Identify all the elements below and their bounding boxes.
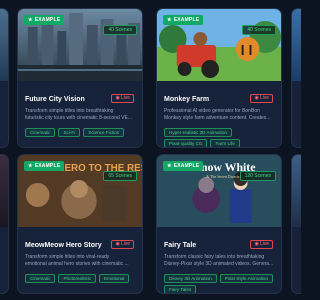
tag[interactable]: Emotional: [99, 274, 130, 283]
thumbnail-subtitle-text: & The Seven Dwarfs: [206, 174, 240, 179]
tag[interactable]: Cinematic: [25, 274, 56, 283]
scenes-badge: 65 Scenes: [103, 171, 137, 181]
scenes-badge: 40 Scenes: [242, 25, 276, 35]
live-dot-icon: ◉: [254, 95, 259, 101]
partial-card-thumbnail: [292, 155, 301, 227]
description-line: Disney-Pixar style 3D animated videos. G…: [164, 261, 274, 267]
partial-card-thumbnail: [0, 155, 8, 227]
example-badge: ★ EXAMPLE: [163, 161, 204, 171]
template-card-future-city[interactable]: ★ EXAMPLE 40 Scenes Future City Vision ◉…: [17, 8, 143, 148]
partial-card-thumbnail: [0, 9, 8, 81]
card-title: MeowMeow Hero Story: [25, 242, 102, 249]
example-badge-label: EXAMPLE: [173, 17, 200, 23]
tag[interactable]: Hyper-realistic 3D Animation: [164, 128, 232, 137]
tag[interactable]: Sci-Fi: [58, 128, 81, 137]
card-description: Transform classic fairy tales into breat…: [164, 254, 276, 268]
scenes-badge: 40 Scenes: [103, 25, 137, 35]
live-badge: ◉ Live: [250, 240, 273, 249]
live-dot-icon: ◉: [254, 241, 259, 247]
partial-card-thumbnail: [292, 9, 301, 81]
star-icon: ★: [28, 17, 33, 23]
star-icon: ★: [167, 163, 172, 169]
tag[interactable]: Cinematic: [25, 128, 56, 137]
tag[interactable]: Pixar Style Animation: [219, 274, 274, 283]
template-card-monkey-farm[interactable]: ★ EXAMPLE 40 Scenes Monkey Farm ◉ Live P…: [156, 8, 282, 148]
description-line: Transform simple titles into breathtakin…: [25, 108, 114, 114]
tag[interactable]: Fairy Tales: [164, 285, 197, 293]
tag[interactable]: Farm Life: [210, 139, 240, 147]
live-badge: ◉ Live: [111, 94, 134, 103]
example-badge-label: EXAMPLE: [34, 163, 61, 169]
tag-list: Disney 3D Animation Pixar Style Animatio…: [164, 274, 278, 293]
description-line: Monkey style farm adventure content. Cre…: [164, 115, 271, 121]
card-description: Professional AI video generator for BonB…: [164, 108, 276, 122]
live-label: Live: [259, 95, 269, 101]
tag[interactable]: Disney 3D Animation: [164, 274, 217, 283]
description-line: Transform simple titles into viral-ready: [25, 254, 110, 260]
partial-card-left-top[interactable]: [0, 8, 9, 148]
partial-card-right-top[interactable]: [291, 8, 301, 148]
card-description: Transform simple titles into breathtakin…: [25, 108, 137, 122]
example-badge: ★ EXAMPLE: [24, 161, 65, 171]
example-badge-label: EXAMPLE: [173, 163, 200, 169]
card-title: Fairy Tale: [164, 242, 197, 249]
tag[interactable]: Pixar-quality CG: [164, 139, 208, 147]
tag[interactable]: Science Fiction: [83, 128, 125, 137]
description-line: futuristic city tours with cinematic 8-s…: [25, 115, 132, 121]
live-dot-icon: ◉: [115, 95, 120, 101]
card-title: Future City Vision: [25, 96, 85, 103]
live-badge: ◉ Live: [250, 94, 273, 103]
tag-list: Cinematic Sci-Fi Science Fiction: [25, 128, 139, 137]
star-icon: ★: [167, 17, 172, 23]
tag-list: Cinematic Photorealistic Emotional: [25, 274, 139, 283]
scenes-badge: 120 Scenes: [239, 171, 276, 181]
live-label: Live: [259, 241, 269, 247]
template-card-fairy-tale[interactable]: Snow White & The Seven Dwarfs ★ EXAMPLE …: [156, 154, 282, 294]
tag-list: Hyper-realistic 3D Animation Pixar-quali…: [164, 128, 278, 147]
example-badge-label: EXAMPLE: [34, 17, 61, 23]
example-badge: ★ EXAMPLE: [163, 15, 204, 25]
live-label: Live: [120, 241, 130, 247]
live-badge: ◉ Live: [111, 240, 134, 249]
example-badge: ★ EXAMPLE: [24, 15, 65, 25]
description-line: emotional animal hero stories with cinem…: [25, 261, 129, 267]
tag[interactable]: Photorealistic: [58, 274, 97, 283]
live-dot-icon: ◉: [115, 241, 120, 247]
live-label: Live: [120, 95, 130, 101]
partial-card-right-bottom[interactable]: [291, 154, 301, 294]
partial-card-left-bottom[interactable]: [0, 154, 9, 294]
card-title: Monkey Farm: [164, 96, 210, 103]
description-line: Transform classic fairy tales into breat…: [164, 254, 265, 260]
template-card-meowmeow-hero[interactable]: HERO TO THE RES ★ EXAMPLE 65 Scenes Meow…: [17, 154, 143, 294]
description-line: Professional AI video generator for BonB…: [164, 108, 260, 114]
star-icon: ★: [28, 163, 33, 169]
card-description: Transform simple titles into viral-ready…: [25, 254, 137, 268]
